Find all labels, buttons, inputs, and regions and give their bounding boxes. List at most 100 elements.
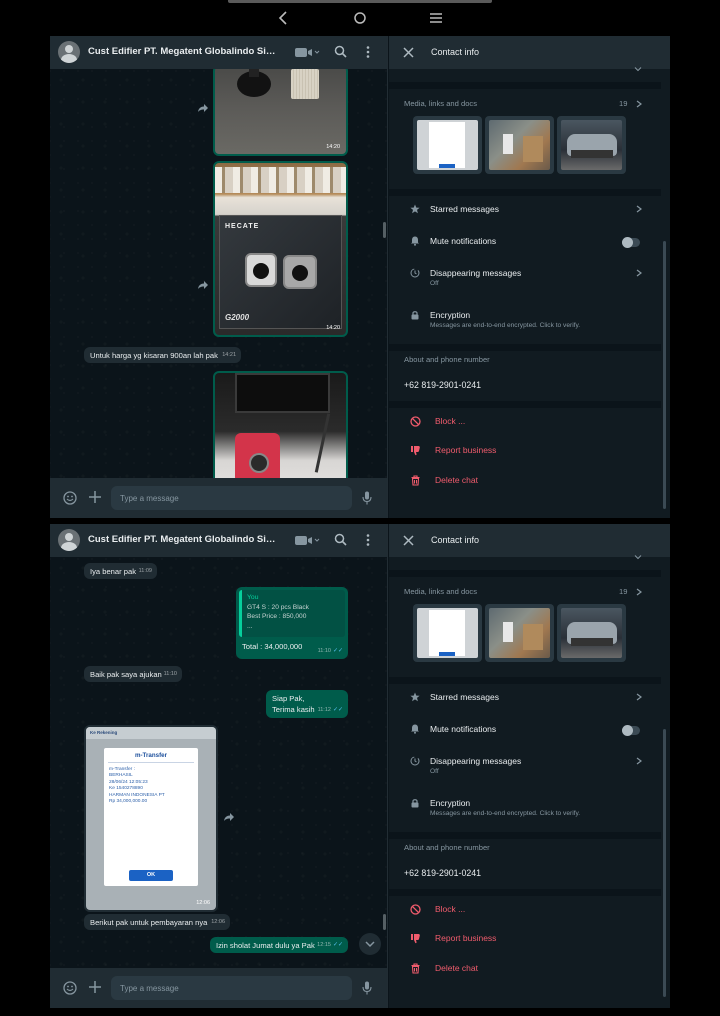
chat-title[interactable]: Cust Edifier PT. Megatent Globalindo Sin… bbox=[88, 534, 278, 545]
incoming-message[interactable]: Baik pak saya ajukan 11:10 bbox=[84, 666, 182, 682]
incoming-message[interactable]: Untuk harga yg kisaran 900an lah pak 14:… bbox=[84, 347, 241, 363]
search-icon[interactable] bbox=[334, 45, 347, 58]
bell-icon bbox=[411, 724, 419, 734]
mute-notifications-row[interactable]: Mute notifications bbox=[389, 228, 661, 254]
media-thumbnail[interactable] bbox=[413, 116, 482, 174]
block-row[interactable]: Block ... bbox=[389, 896, 661, 922]
screenshot-panel-top: Cust Edifier PT. Megatent Globalindo Sin… bbox=[50, 36, 670, 518]
system-nav-bar bbox=[0, 0, 720, 36]
message-time: 12:06 bbox=[211, 919, 225, 926]
quoted-message[interactable]: You GT4 S : 20 pcs Black Best Price : 85… bbox=[239, 590, 345, 637]
message-list[interactable]: 14:20 HECATE G2000 14:20 Untuk harga yg … bbox=[50, 69, 387, 478]
mute-toggle[interactable] bbox=[622, 725, 640, 736]
kebab-icon[interactable] bbox=[363, 45, 373, 59]
image-message[interactable] bbox=[213, 371, 348, 478]
chevron-down-icon bbox=[365, 940, 375, 947]
phone-number[interactable]: +62 819-2901-0241 bbox=[404, 868, 481, 878]
media-thumbnail[interactable] bbox=[413, 604, 482, 662]
mic-icon[interactable] bbox=[362, 981, 372, 995]
block-row[interactable]: Block ... bbox=[389, 408, 661, 434]
report-label: Report business bbox=[435, 445, 497, 455]
close-icon[interactable] bbox=[403, 535, 414, 546]
lock-icon bbox=[411, 799, 419, 808]
media-section[interactable]: Media, links and docs 19 bbox=[389, 577, 661, 677]
phone-number[interactable]: +62 819-2901-0241 bbox=[404, 380, 481, 390]
chevron-down-icon[interactable] bbox=[634, 554, 642, 560]
emoji-icon[interactable] bbox=[63, 491, 77, 505]
about-section: About and phone number +62 819-2901-0241 bbox=[389, 351, 661, 407]
media-thumbnail[interactable] bbox=[485, 116, 554, 174]
starred-messages-row[interactable]: Starred messages bbox=[389, 684, 661, 710]
chevron-down-icon[interactable] bbox=[634, 66, 642, 72]
mute-notifications-row[interactable]: Mute notifications bbox=[389, 716, 661, 742]
avatar[interactable] bbox=[58, 529, 80, 551]
media-thumbnail[interactable] bbox=[485, 604, 554, 662]
video-icon[interactable] bbox=[294, 534, 320, 547]
message-input[interactable] bbox=[111, 976, 352, 1000]
outgoing-message[interactable]: Izin sholat Jumat dulu ya Pak 12:15 ✓✓ bbox=[210, 937, 348, 953]
incoming-message[interactable]: Berikut pak untuk pembayaran nya 12:06 bbox=[84, 914, 230, 930]
media-section[interactable]: Media, links and docs 19 bbox=[389, 89, 661, 189]
video-icon[interactable] bbox=[294, 46, 320, 59]
media-label: Media, links and docs bbox=[404, 587, 478, 596]
chat-scrollbar[interactable] bbox=[383, 914, 386, 930]
encryption-row[interactable]: Encryption Messages are end-to-end encry… bbox=[389, 302, 661, 334]
message-text: Untuk harga yg kisaran 900an lah pak bbox=[90, 351, 218, 360]
status-indicator bbox=[228, 0, 492, 3]
kebab-icon[interactable] bbox=[363, 533, 373, 547]
media-thumbnail[interactable] bbox=[557, 604, 626, 662]
menu-icon[interactable] bbox=[427, 9, 445, 27]
mic-icon[interactable] bbox=[362, 491, 372, 505]
starred-messages-row[interactable]: Starred messages bbox=[389, 196, 661, 222]
quoted-line: GT4 S : 20 pcs Black bbox=[247, 603, 309, 611]
contact-info-title: Contact info bbox=[431, 535, 480, 545]
chat-scrollbar[interactable] bbox=[383, 222, 386, 238]
message-list[interactable]: Iya benar pak 11:09 You GT4 S : 20 pcs B… bbox=[50, 557, 387, 968]
mute-toggle[interactable] bbox=[622, 237, 640, 248]
plus-icon[interactable] bbox=[88, 490, 102, 504]
image-message[interactable]: 14:20 bbox=[213, 69, 348, 156]
receipt-ok-button: OK bbox=[129, 870, 173, 881]
disappearing-messages-row[interactable]: Disappearing messages Off bbox=[389, 260, 661, 290]
search-icon[interactable] bbox=[334, 533, 347, 546]
chat-title[interactable]: Cust Edifier PT. Megatent Globalindo Sin… bbox=[88, 46, 278, 57]
disappearing-messages-row[interactable]: Disappearing messages Off bbox=[389, 748, 661, 778]
scroll-to-bottom-button[interactable] bbox=[359, 933, 381, 955]
report-business-row[interactable]: Report business bbox=[389, 926, 661, 952]
contact-info-title: Contact info bbox=[431, 47, 480, 57]
outgoing-message[interactable]: Siap Pak, Terima kasih 11:12 ✓✓ bbox=[266, 690, 348, 718]
quoted-line: Best Price : 850,000 bbox=[247, 613, 307, 621]
outgoing-reply-message[interactable]: You GT4 S : 20 pcs Black Best Price : 85… bbox=[236, 587, 348, 659]
chat-pane: Cust Edifier PT. Megatent Globalindo Sin… bbox=[50, 524, 388, 1008]
report-business-row[interactable]: Report business bbox=[389, 438, 661, 464]
image-message[interactable]: Ke Rekening m-Transfer m-Transfer : BERH… bbox=[84, 725, 218, 912]
home-icon[interactable] bbox=[351, 9, 369, 27]
read-ticks-icon: ✓✓ bbox=[332, 942, 343, 949]
about-label: About and phone number bbox=[404, 355, 490, 364]
info-scrollbar[interactable] bbox=[663, 729, 666, 997]
row-label: Mute notifications bbox=[430, 724, 497, 734]
message-input[interactable] bbox=[111, 486, 352, 510]
chat-header[interactable]: Cust Edifier PT. Megatent Globalindo Sin… bbox=[50, 36, 387, 69]
close-icon[interactable] bbox=[403, 47, 414, 58]
quoted-sender: You bbox=[247, 594, 259, 601]
thumbs-down-icon bbox=[411, 934, 420, 944]
back-icon[interactable] bbox=[275, 9, 293, 27]
delete-chat-row[interactable]: Delete chat bbox=[389, 468, 661, 494]
forward-icon[interactable] bbox=[223, 812, 235, 822]
encryption-row[interactable]: Encryption Messages are end-to-end encry… bbox=[389, 790, 661, 822]
forward-icon[interactable] bbox=[197, 103, 209, 113]
plus-icon[interactable] bbox=[88, 980, 102, 994]
info-scrollbar[interactable] bbox=[663, 241, 666, 509]
delete-chat-row[interactable]: Delete chat bbox=[389, 956, 661, 982]
image-message[interactable]: HECATE G2000 14:20 bbox=[213, 161, 348, 337]
receipt-header: Ke Rekening bbox=[90, 730, 118, 735]
message-text: Baik pak saya ajukan bbox=[90, 670, 162, 679]
chat-header[interactable]: Cust Edifier PT. Megatent Globalindo Sin… bbox=[50, 524, 387, 557]
emoji-icon[interactable] bbox=[63, 981, 77, 995]
block-icon bbox=[410, 904, 421, 915]
incoming-message[interactable]: Iya benar pak 11:09 bbox=[84, 563, 157, 579]
avatar[interactable] bbox=[58, 41, 80, 63]
media-thumbnail[interactable] bbox=[557, 116, 626, 174]
forward-icon[interactable] bbox=[197, 280, 209, 290]
